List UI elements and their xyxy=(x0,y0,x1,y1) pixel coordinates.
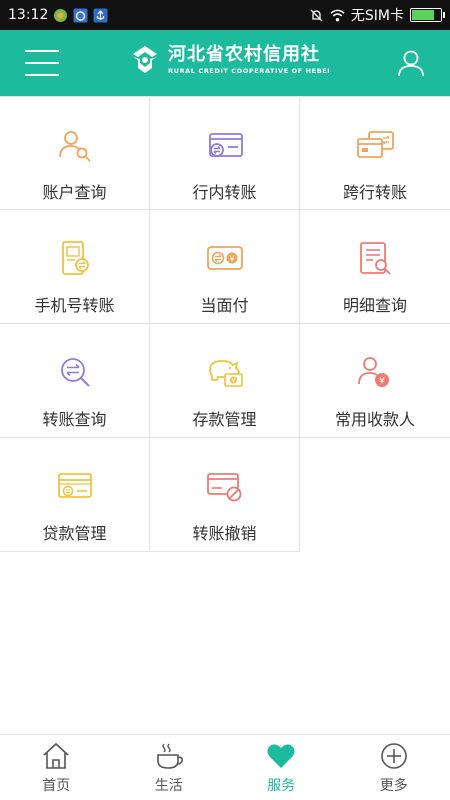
grid-item-deposit-management[interactable]: ¥ 存款管理 xyxy=(150,324,300,438)
grid-item-frequent-payees[interactable]: ¥ 常用收款人 xyxy=(300,324,450,438)
nav-item-more[interactable]: 更多 xyxy=(338,735,450,800)
home-icon xyxy=(43,742,69,769)
grid-item-label: 转账查询 xyxy=(42,410,107,429)
svg-text:¥: ¥ xyxy=(229,255,234,264)
app-notification-icon xyxy=(53,8,68,23)
brand-name-en: RURAL CREDIT COOPERATIVE OF HEBEI xyxy=(168,67,331,75)
svg-text:¥: ¥ xyxy=(231,378,235,385)
user-icon[interactable] xyxy=(396,48,426,78)
service-grid: 账户查询 行内转账 跨行转账 手机号转账 ¥ 当面付 明细查询 转账查询 ¥ 存… xyxy=(0,96,450,552)
nav-label: 服务 xyxy=(267,778,296,794)
battery-icon xyxy=(410,8,445,22)
grid-item-label: 当面付 xyxy=(200,296,249,315)
grid-item-label: 存款管理 xyxy=(192,410,257,429)
nav-item-service[interactable]: 服务 xyxy=(225,735,338,800)
coffee-cup-icon xyxy=(156,743,183,769)
transfer-search-icon xyxy=(60,358,90,387)
grid-item-account-search[interactable]: 账户查询 xyxy=(0,96,150,210)
plus-circle-icon xyxy=(380,743,407,769)
wifi-icon xyxy=(330,8,345,23)
face-pay-icon: ¥ xyxy=(206,246,243,270)
detail-search-icon xyxy=(360,242,391,275)
app-header: 河北省农村信用社 RURAL CREDIT COOPERATIVE OF HEB… xyxy=(0,30,450,96)
nav-item-life[interactable]: 生活 xyxy=(113,735,226,800)
grid-item-label: 贷款管理 xyxy=(42,524,107,543)
interbank-transfer-icon xyxy=(357,131,394,158)
brand-name-cn: 河北省农村信用社 xyxy=(168,44,320,65)
grid-item-transfer-search[interactable]: 转账查询 xyxy=(0,324,150,438)
loan-card-icon xyxy=(57,473,92,498)
piggy-bank-icon: ¥ xyxy=(208,360,243,387)
carrier-text: 无SIM卡 xyxy=(350,8,404,24)
bottom-nav: 首页 生活 服务 更多 xyxy=(0,734,450,800)
payee-icon: ¥ xyxy=(358,357,389,387)
grid-item-face-pay[interactable]: ¥ 当面付 xyxy=(150,210,300,324)
heart-icon xyxy=(267,744,295,768)
nav-label: 生活 xyxy=(154,778,183,794)
status-time: 13:12 xyxy=(8,7,49,23)
grid-item-loan-management[interactable]: 贷款管理 xyxy=(0,438,150,552)
nav-label: 首页 xyxy=(42,778,71,794)
card-transfer-icon xyxy=(208,133,243,157)
alarm-notification-icon xyxy=(73,8,88,23)
grid-item-interbank-transfer[interactable]: 跨行转账 xyxy=(300,96,450,210)
hamburger-menu-icon[interactable] xyxy=(25,50,59,76)
account-search-icon xyxy=(58,131,91,162)
grid-item-transfer-cancel[interactable]: 转账撤销 xyxy=(150,438,300,552)
svg-text:¥: ¥ xyxy=(379,377,385,387)
bank-logo-icon xyxy=(133,46,157,73)
grid-item-intrabank-transfer[interactable]: 行内转账 xyxy=(150,96,300,210)
grid-item-detail-search[interactable]: 明细查询 xyxy=(300,210,450,324)
grid-item-label: 手机号转账 xyxy=(34,296,115,315)
nav-item-home[interactable]: 首页 xyxy=(0,735,113,800)
status-bar: 13:12 无SIM卡 xyxy=(0,0,450,30)
brand-logo: 河北省农村信用社 RURAL CREDIT COOPERATIVE OF HEB… xyxy=(128,43,330,77)
transfer-cancel-icon xyxy=(206,473,241,502)
grid-item-label: 跨行转账 xyxy=(342,183,407,202)
usb-notification-icon xyxy=(93,8,108,23)
grid-item-phone-transfer[interactable]: 手机号转账 xyxy=(0,210,150,324)
grid-item-label: 行内转账 xyxy=(192,183,257,202)
grid-item-label: 账户查询 xyxy=(42,183,107,202)
grid-item-label: 常用收款人 xyxy=(334,410,415,429)
nav-label: 更多 xyxy=(379,778,408,794)
grid-item-label: 明细查询 xyxy=(342,296,407,315)
phone-transfer-icon xyxy=(61,241,89,275)
mute-bell-icon xyxy=(309,8,324,23)
grid-item-label: 转账撤销 xyxy=(192,524,257,543)
